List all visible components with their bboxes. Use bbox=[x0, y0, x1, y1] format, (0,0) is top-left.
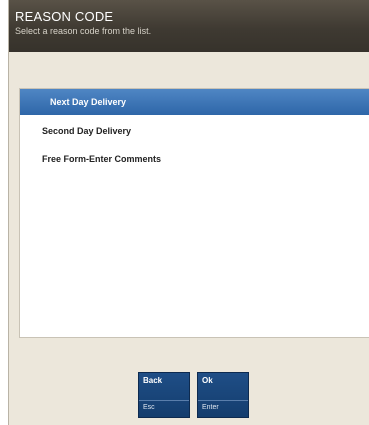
ok-button-label: Ok bbox=[202, 376, 213, 385]
list-item-label: Next Day Delivery bbox=[50, 97, 127, 107]
reason-code-list: Next Day Delivery Second Day Delivery Fr… bbox=[19, 88, 369, 338]
button-divider bbox=[139, 400, 189, 401]
back-button-shortcut: Esc bbox=[143, 404, 155, 411]
back-button[interactable]: Back Esc bbox=[138, 372, 190, 418]
dialog-title: REASON CODE bbox=[15, 9, 114, 24]
list-item[interactable]: Free Form-Enter Comments bbox=[20, 146, 369, 172]
list-item-label: Second Day Delivery bbox=[42, 126, 132, 136]
back-button-label: Back bbox=[143, 376, 163, 385]
button-divider bbox=[198, 400, 248, 401]
ok-button[interactable]: Ok Enter bbox=[197, 372, 249, 418]
reason-code-dialog: REASON CODE Select a reason code from th… bbox=[8, 0, 369, 425]
list-item-label: Free Form-Enter Comments bbox=[42, 154, 162, 164]
dialog-subtitle: Select a reason code from the list. bbox=[15, 26, 152, 36]
list-item[interactable]: Next Day Delivery bbox=[20, 89, 369, 115]
dialog-header: REASON CODE Select a reason code from th… bbox=[9, 0, 369, 52]
list-item[interactable]: Second Day Delivery bbox=[20, 118, 369, 144]
ok-button-shortcut: Enter bbox=[202, 404, 219, 411]
